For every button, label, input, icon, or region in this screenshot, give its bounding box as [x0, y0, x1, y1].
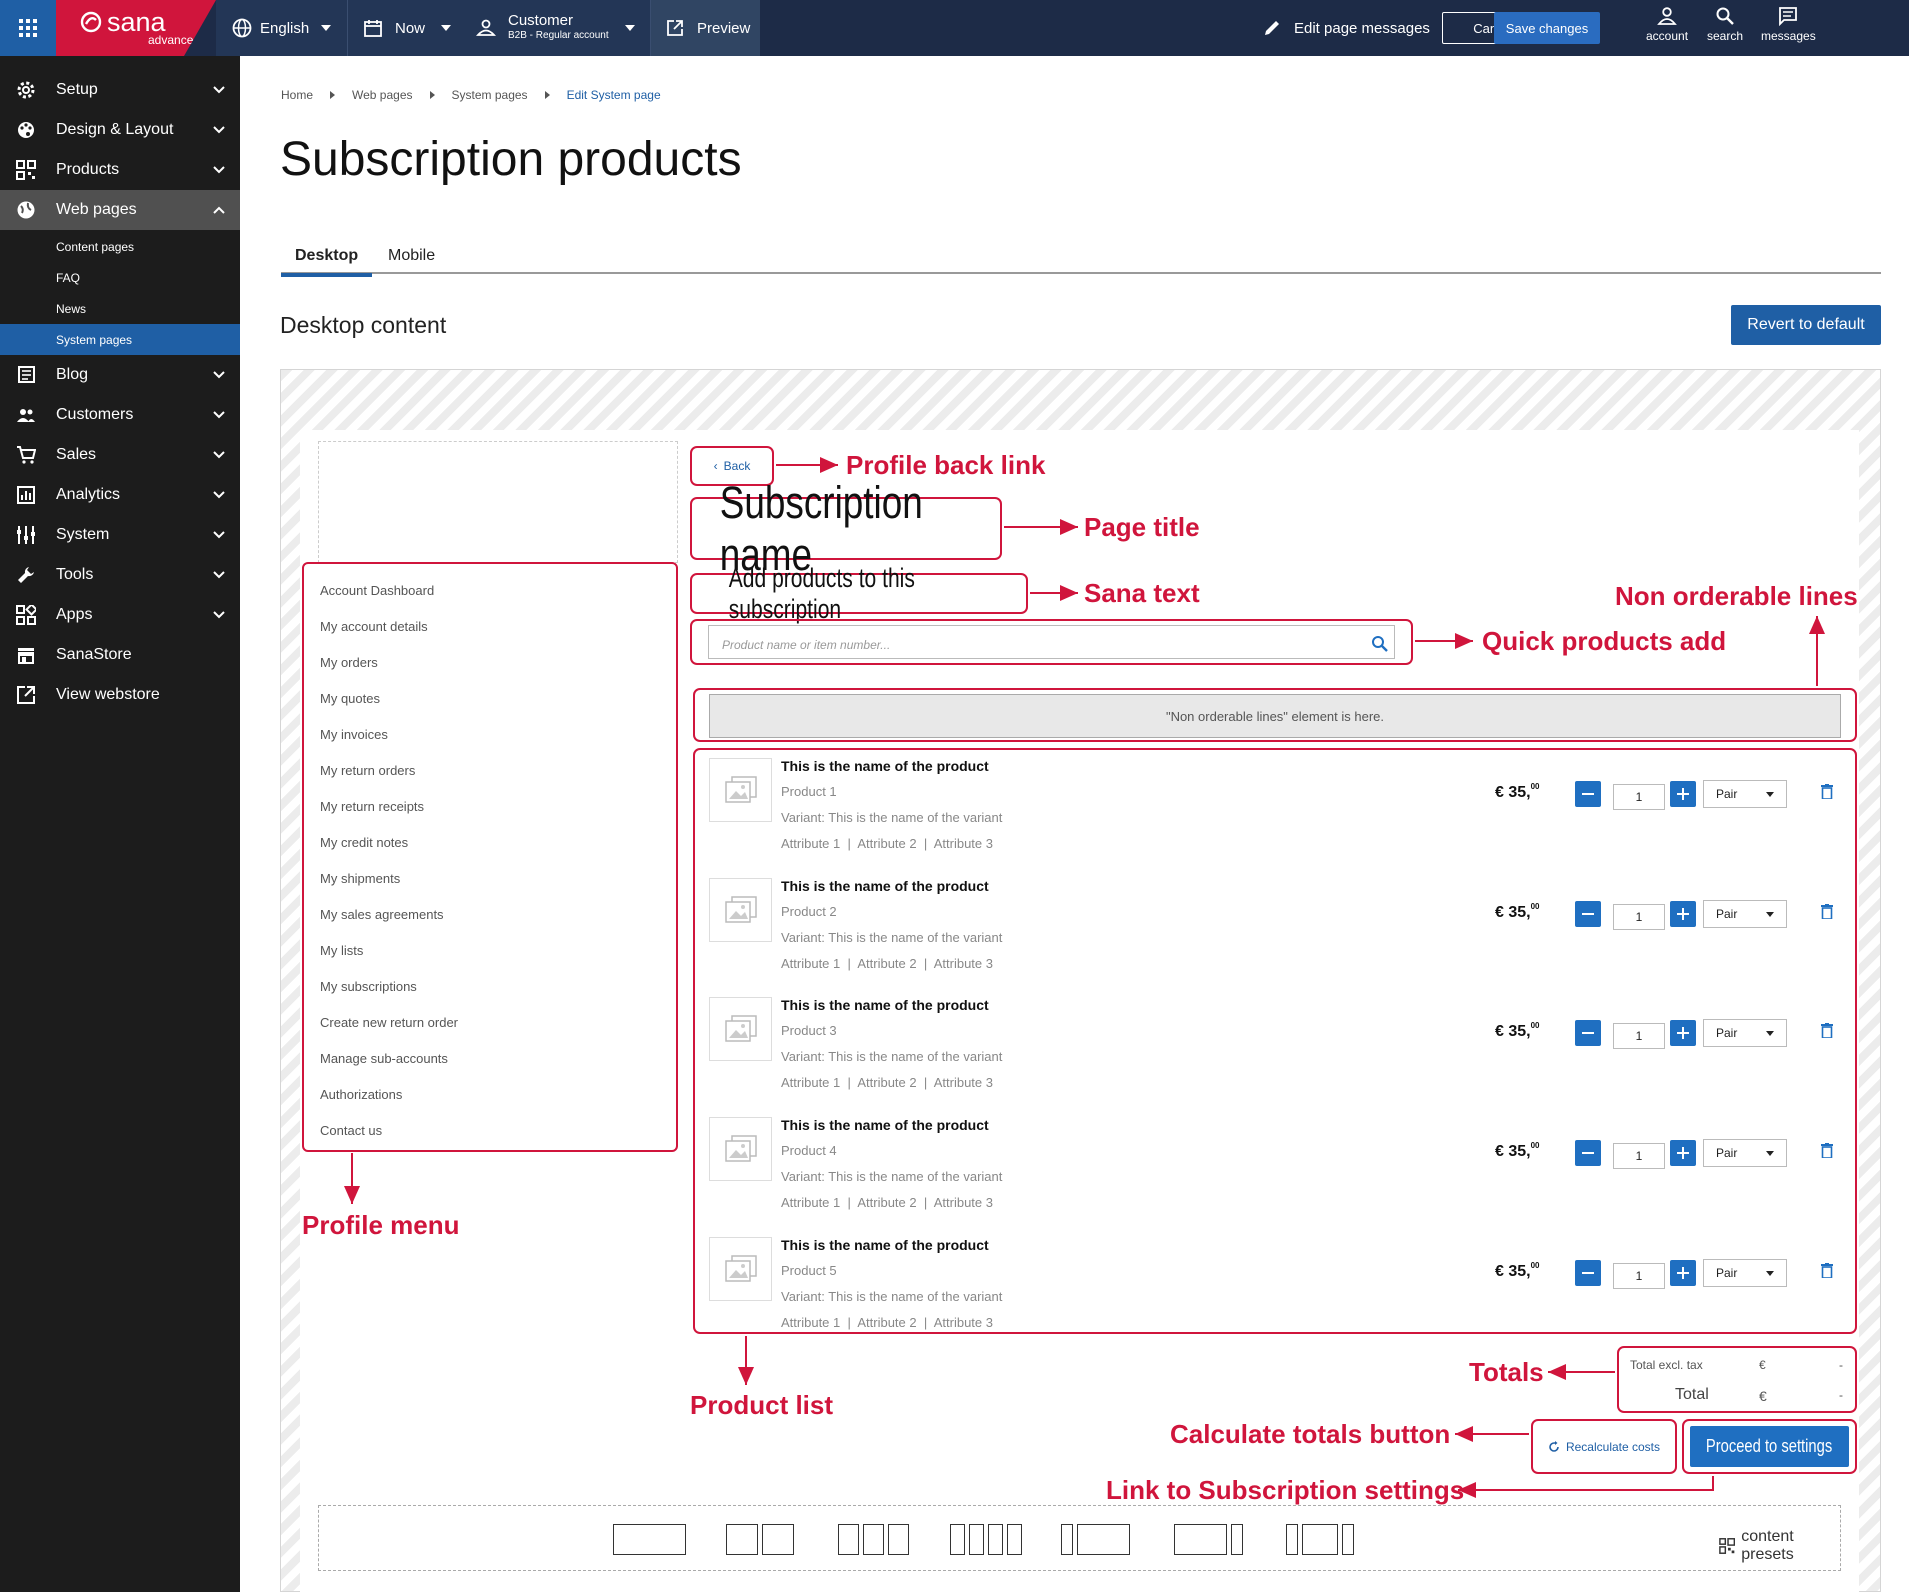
annotation-quick-add: Quick products add [1482, 626, 1727, 656]
arrow-link-settings [1458, 1476, 1714, 1498]
annotation-non-orderable: Non orderable lines [1615, 581, 1858, 611]
annotation-link-settings: Link to Subscription settings [1106, 1475, 1465, 1505]
annotation-calc-totals: Calculate totals button [1170, 1419, 1451, 1449]
annotation-product-list: Product list [690, 1390, 834, 1420]
annotation-sana-text: Sana text [1084, 578, 1200, 608]
annotation-profile-back-link: Profile back link [846, 450, 1046, 480]
annotation-arrows [344, 457, 1825, 1498]
annotation-page-title: Page title [1084, 512, 1200, 542]
annotation-profile-menu: Profile menu [302, 1210, 460, 1240]
annotation-totals: Totals [1469, 1357, 1544, 1387]
